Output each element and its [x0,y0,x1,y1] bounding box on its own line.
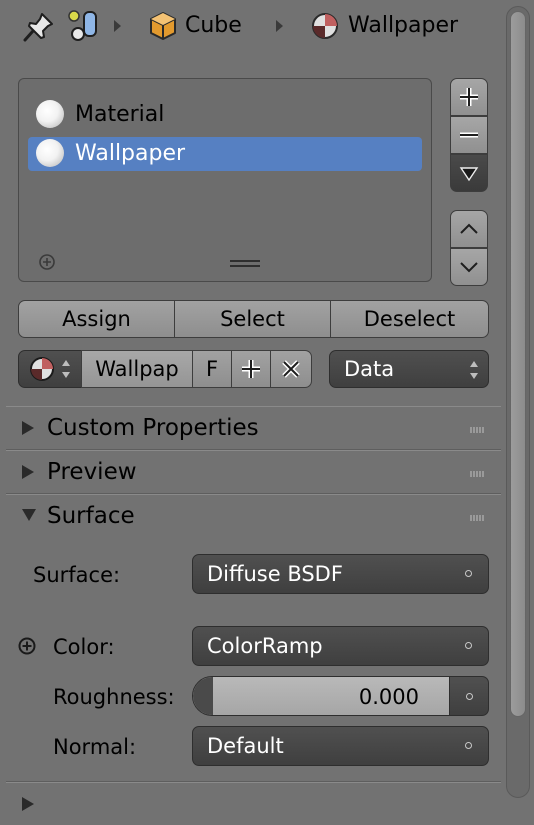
plus-icon [242,360,260,378]
breadcrumb-separator-icon [114,20,121,32]
surface-panel-header[interactable]: Surface [6,493,501,537]
normal-input-selector[interactable]: Default [192,726,489,766]
header-bar: Cube Wallpaper [0,0,505,56]
assign-button[interactable]: Assign [18,300,175,338]
color-input-selector[interactable]: ColorRamp [192,626,489,666]
list-item-label: Wallpaper [75,141,186,166]
select-button[interactable]: Select [174,300,331,338]
close-icon [282,360,300,378]
roughness-slider[interactable]: 0.000 [192,676,450,716]
normal-label: Normal: [53,735,137,759]
surface-shader-value: Diffuse BSDF [207,562,343,586]
color-label: Color: [53,635,115,659]
socket-dot-icon [465,642,472,649]
list-item-label: Material [75,102,165,127]
panel-title: Preview [47,459,137,485]
drag-grip-icon[interactable] [470,515,484,521]
new-material-button[interactable] [231,350,271,388]
material-icon [310,11,340,41]
pin-icon[interactable] [22,10,56,44]
custom-properties-panel-header[interactable]: Custom Properties [6,406,501,449]
breadcrumb-material[interactable]: Wallpaper [348,13,458,38]
collapsed-arrow-icon [22,797,34,811]
drag-grip-icon[interactable] [470,471,484,477]
normal-input-value: Default [207,734,284,758]
move-slot-up-button[interactable] [450,210,488,248]
unlink-material-button[interactable] [270,350,312,388]
scrollbar-thumb[interactable] [510,11,526,717]
scene-objects-icon[interactable] [66,8,100,44]
add-slot-button[interactable] [450,78,488,116]
list-item[interactable]: Material [28,98,422,132]
material-preview-icon [36,139,64,167]
roughness-label: Roughness: [53,685,175,709]
breadcrumb-separator-icon [276,20,283,32]
panel-title: Surface [47,503,135,529]
socket-dot-icon [465,742,472,749]
drag-grip-icon[interactable] [470,427,484,433]
remove-slot-button[interactable] [450,116,488,154]
surface-label: Surface: [33,563,121,587]
collapsed-arrow-icon [22,465,34,479]
link-dropdown-value: Data [344,357,395,381]
collapsed-arrow-icon [22,421,34,435]
socket-dot-icon [465,570,472,577]
breadcrumb-object[interactable]: Cube [185,13,242,38]
filter-options-icon[interactable] [38,253,56,271]
updown-arrow-icon [470,361,478,379]
roughness-value: 0.000 [358,685,419,709]
scrollbar-track[interactable] [506,6,530,798]
panel-title: Custom Properties [47,415,259,441]
list-item[interactable]: Wallpaper [28,137,422,171]
socket-dot-icon [465,692,473,700]
volume-panel-header[interactable] [6,781,501,825]
preview-panel-header[interactable]: Preview [6,449,501,493]
cube-icon [148,10,178,42]
fake-user-button[interactable]: F [192,350,232,388]
material-name-field[interactable]: Wallpap [81,350,193,388]
move-slot-down-button[interactable] [450,248,488,286]
surface-shader-selector[interactable]: Diffuse BSDF [192,554,489,594]
resize-handle[interactable] [230,259,260,269]
material-preview-icon [36,100,64,128]
expand-input-icon[interactable] [17,636,37,656]
roughness-socket-button[interactable] [449,676,489,716]
specials-menu-button[interactable] [450,154,488,192]
expanded-arrow-icon [22,509,36,521]
browse-material-button[interactable] [18,350,82,388]
deselect-button[interactable]: Deselect [330,300,489,338]
color-input-value: ColorRamp [207,634,323,658]
link-dropdown[interactable]: Data [329,350,489,388]
